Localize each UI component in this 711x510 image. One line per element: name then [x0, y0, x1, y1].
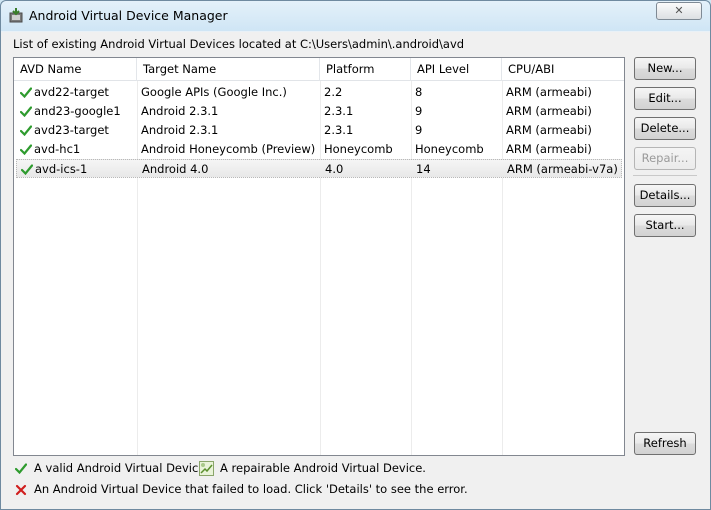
table-header: AVD Name Target Name Platform API Level … [14, 58, 624, 81]
cell-cpu-abi: ARM (armeabi) [506, 142, 592, 156]
legend-row-valid-repairable: A valid Android Virtual Device. A repair… [13, 461, 613, 477]
check-icon [20, 144, 32, 155]
table-row[interactable]: avd22-target Google APIs (Google Inc.) 2.2… [16, 83, 622, 102]
cell-cpu-abi: ARM (armeabi-v7a) [507, 162, 618, 176]
start-button[interactable]: Start... [634, 214, 696, 237]
cell-api-level: Honeycomb [415, 142, 484, 156]
legend-failed-text: An Android Virtual Device that failed to… [34, 482, 468, 496]
column-header-avd-name[interactable]: AVD Name [14, 58, 137, 81]
cell-target-name: Android 2.3.1 [141, 104, 219, 118]
client-area: List of existing Android Virtual Devices… [6, 32, 705, 504]
cell-platform: 4.0 [325, 162, 344, 176]
column-header-api-level[interactable]: API Level [411, 58, 502, 81]
cell-target-name: Android 4.0 [142, 162, 209, 176]
table-row[interactable]: and23-google1 Android 2.3.1 2.3.1 9 ARM (arm… [16, 102, 622, 121]
cell-cpu-abi: ARM (armeabi) [506, 123, 592, 137]
cell-avd-name: avd-ics-1 [35, 162, 88, 176]
column-header-target-name[interactable]: Target Name [137, 58, 320, 81]
button-separator [633, 175, 697, 176]
repair-icon [199, 461, 214, 476]
android-sdk-icon [9, 8, 23, 23]
cell-api-level: 8 [415, 85, 423, 99]
cell-platform: 2.3.1 [324, 104, 354, 118]
refresh-button[interactable]: Refresh [634, 432, 696, 455]
title-bar: Android Virtual Device Manager ✕ [1, 1, 710, 31]
details-button[interactable]: Details... [634, 184, 696, 207]
cell-api-level: 14 [416, 162, 431, 176]
close-icon: ✕ [674, 4, 684, 17]
column-header-platform[interactable]: Platform [320, 58, 411, 81]
column-header-cpu-abi[interactable]: CPU/ABI [502, 58, 624, 81]
cell-target-name: Android 2.3.1 [141, 123, 219, 137]
check-icon [21, 164, 33, 175]
avd-table[interactable]: AVD Name Target Name Platform API Level … [13, 57, 625, 456]
check-icon [15, 463, 27, 474]
check-icon [20, 106, 32, 117]
table-row[interactable]: avd-ics-1 Android 4.0 4.0 14 ARM (armeabi-v7… [16, 159, 622, 178]
cell-platform: Honeycomb [324, 142, 393, 156]
cell-target-name: Android Honeycomb (Preview) [141, 142, 316, 156]
table-row[interactable]: avd23-target Android 2.3.1 2.3.1 9 ARM (arme… [16, 121, 622, 140]
window-title: Android Virtual Device Manager [29, 8, 228, 23]
cell-avd-name: avd22-target [34, 85, 109, 99]
cell-target-name: Google APIs (Google Inc.) [141, 85, 287, 99]
error-x-icon [15, 484, 27, 496]
cell-avd-name: avd-hc1 [34, 142, 81, 156]
cell-platform: 2.3.1 [324, 123, 354, 137]
cell-cpu-abi: ARM (armeabi) [506, 85, 592, 99]
check-icon [20, 125, 32, 136]
repair-button[interactable]: Repair... [634, 147, 696, 170]
cell-cpu-abi: ARM (armeabi) [506, 104, 592, 118]
table-row[interactable]: avd-hc1 Android Honeycomb (Preview) Honeyc… [16, 140, 622, 159]
legend-valid-text: A valid Android Virtual Device. [34, 461, 210, 475]
cell-api-level: 9 [415, 104, 423, 118]
delete-button[interactable]: Delete... [634, 117, 696, 140]
cell-avd-name: and23-google1 [34, 104, 121, 118]
cell-avd-name: avd23-target [34, 123, 109, 137]
legend-row-failed: An Android Virtual Device that failed to… [13, 482, 613, 498]
close-button[interactable]: ✕ [656, 2, 702, 20]
new-button[interactable]: New... [634, 57, 696, 80]
edit-button[interactable]: Edit... [634, 87, 696, 110]
avd-location-label: List of existing Android Virtual Devices… [13, 37, 465, 51]
check-icon [20, 87, 32, 98]
cell-platform: 2.2 [324, 85, 343, 99]
legend-repairable-text: A repairable Android Virtual Device. [220, 461, 426, 475]
cell-api-level: 9 [415, 123, 423, 137]
avd-manager-window: Android Virtual Device Manager ✕ List of… [0, 0, 711, 510]
